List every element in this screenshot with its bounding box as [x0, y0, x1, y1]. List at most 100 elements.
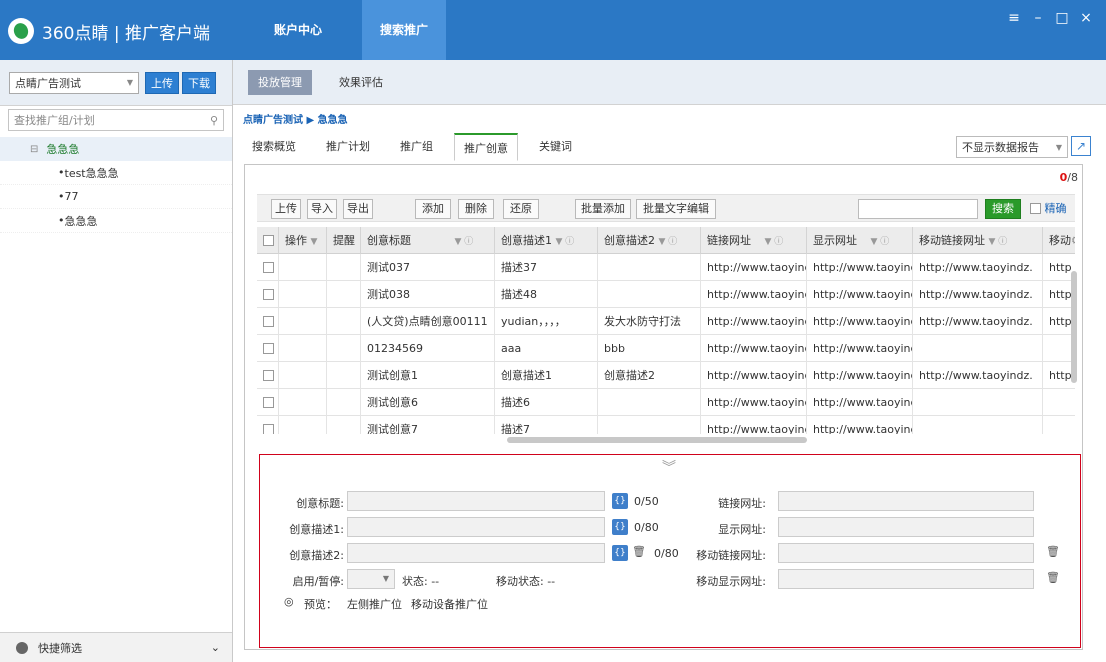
export-icon[interactable]: ↗	[1071, 136, 1091, 156]
download-button[interactable]: 下载	[182, 71, 216, 94]
row-select-cell[interactable]	[257, 335, 279, 362]
variable-icon[interactable]: {}	[612, 519, 628, 535]
delete-button[interactable]: 删除	[458, 199, 494, 219]
tab-delivery-management[interactable]: 投放管理	[248, 70, 312, 95]
breadcrumb[interactable]: 点睛广告测试 ▶ 急急急	[243, 111, 348, 126]
tab-keywords[interactable]: 关键词	[530, 133, 581, 161]
variable-icon[interactable]: {}	[612, 493, 628, 509]
select-all-cell[interactable]	[257, 227, 279, 254]
collapse-chevron-icon[interactable]: ︾	[662, 457, 676, 477]
preview-left-link[interactable]: 左侧推广位	[347, 596, 402, 612]
tab-search-overview[interactable]: 搜索概览	[243, 133, 305, 161]
filter-icon[interactable]: ▼ ⓘ	[556, 237, 575, 247]
upload-button[interactable]: 上传	[145, 71, 179, 94]
col-title[interactable]: 创意标题 ▼ ⓘ	[361, 227, 495, 254]
group-search-input[interactable]: 查找推广组/计划 ⚲	[8, 109, 224, 131]
tree-item[interactable]: • test急急急	[0, 161, 232, 185]
table-row[interactable]: 01234569 aaa bbb http://www.taoyinc http…	[257, 335, 1075, 362]
checkbox[interactable]	[263, 289, 274, 300]
gear-icon[interactable]: ⚙	[1071, 234, 1075, 247]
tab-account-center[interactable]: 账户中心	[266, 0, 330, 60]
trash-icon[interactable]: 🗑	[1046, 571, 1060, 584]
filter-icon[interactable]: ▼ ⓘ	[659, 237, 678, 247]
desc1-input[interactable]	[347, 517, 605, 537]
row-select-cell[interactable]	[257, 389, 279, 416]
minimize-icon[interactable]: –	[1026, 10, 1050, 26]
collapse-icon[interactable]: ⊟	[30, 144, 38, 155]
col-mobile-display[interactable]: 移动⚙	[1043, 227, 1075, 254]
tree-root-item[interactable]: ⊟ 急急急	[0, 137, 232, 161]
variable-icon[interactable]: {}	[612, 545, 628, 561]
checkbox[interactable]	[263, 370, 274, 381]
vertical-scrollbar[interactable]	[1071, 271, 1077, 383]
table-search-input[interactable]	[858, 199, 978, 219]
upload-button[interactable]: 上传	[271, 199, 301, 219]
table-row[interactable]: 测试创意1 创意描述1 创意描述2 http://www.taoyinc htt…	[257, 362, 1075, 389]
tree-item[interactable]: • 77	[0, 185, 232, 209]
tree-item[interactable]: • 急急急	[0, 209, 232, 233]
filter-icon[interactable]: ▼ ⓘ	[989, 237, 1008, 247]
col-reminder[interactable]: 提醒	[327, 227, 361, 254]
tab-effect-evaluation[interactable]: 效果评估	[329, 70, 393, 95]
checkbox[interactable]	[263, 316, 274, 327]
col-mobile-link-url[interactable]: 移动链接网址 ▼ ⓘ	[913, 227, 1043, 254]
table-row[interactable]: 测试037 描述37 http://www.taoyinc http://www…	[257, 254, 1075, 281]
mobile-link-url-input[interactable]	[778, 543, 1034, 563]
checkbox[interactable]	[263, 262, 274, 273]
display-url-input[interactable]	[778, 517, 1034, 537]
quick-filter-bar[interactable]: 快捷筛选 ⌄	[0, 632, 232, 662]
report-select[interactable]: 不显示数据报告 ▼	[956, 136, 1068, 158]
desc1-cell: 描述6	[495, 389, 598, 416]
chevron-down-icon[interactable]: ⌄	[211, 641, 220, 654]
close-icon[interactable]: ×	[1074, 10, 1098, 26]
trash-icon[interactable]: 🗑	[632, 545, 646, 558]
trash-icon[interactable]: 🗑	[1046, 545, 1060, 558]
col-display-url[interactable]: 显示网址 ▼ ⓘ	[807, 227, 913, 254]
export-button[interactable]: 导出	[343, 199, 373, 219]
title-input[interactable]	[347, 491, 605, 511]
batch-text-edit-button[interactable]: 批量文字编辑	[636, 199, 716, 219]
mobile-display-url-input[interactable]	[778, 569, 1034, 589]
table-row[interactable]: 测试创意6 描述6 http://www.taoyinc http://www.…	[257, 389, 1075, 416]
account-select[interactable]: 点睛广告测试 ▼	[9, 71, 139, 94]
col-desc2[interactable]: 创意描述2 ▼ ⓘ	[598, 227, 701, 254]
row-select-cell[interactable]	[257, 308, 279, 335]
col-desc1[interactable]: 创意描述1 ▼ ⓘ	[495, 227, 598, 254]
row-select-cell[interactable]	[257, 416, 279, 434]
preview-mobile-link[interactable]: 移动设备推广位	[411, 596, 488, 612]
menu-icon[interactable]: ≡	[1002, 10, 1026, 26]
col-link-url[interactable]: 链接网址 ▼ ⓘ	[701, 227, 807, 254]
add-button[interactable]: 添加	[415, 199, 451, 219]
row-select-cell[interactable]	[257, 281, 279, 308]
table-row[interactable]: 测试038 描述48 http://www.taoyinc http://www…	[257, 281, 1075, 308]
tab-search-promotion[interactable]: 搜索推广	[362, 0, 446, 60]
horizontal-scrollbar[interactable]	[507, 437, 807, 443]
table-row[interactable]: (人文贷)点睛创意00111 yudian，，，， 发大水防守打法 http:/…	[257, 308, 1075, 335]
col-action[interactable]: 操作 ▼	[279, 227, 327, 254]
restore-button[interactable]: 还原	[503, 199, 539, 219]
checkbox[interactable]	[263, 424, 274, 434]
precise-checkbox[interactable]: 精确	[1030, 200, 1067, 216]
desc2-input[interactable]	[347, 543, 605, 563]
row-select-cell[interactable]	[257, 254, 279, 281]
search-button[interactable]: 搜索	[985, 199, 1021, 219]
filter-icon[interactable]: ▼ ⓘ	[455, 237, 474, 247]
filter-icon[interactable]: ▼ ⓘ	[871, 237, 890, 247]
search-icon[interactable]: ⚲	[210, 114, 218, 127]
enable-select[interactable]: ▼	[347, 569, 395, 589]
checkbox[interactable]	[263, 235, 274, 246]
tab-ad-groups[interactable]: 推广组	[391, 133, 442, 161]
tab-campaigns[interactable]: 推广计划	[317, 133, 379, 161]
maximize-icon[interactable]: □	[1050, 10, 1074, 26]
batch-add-button[interactable]: 批量添加	[575, 199, 631, 219]
checkbox[interactable]	[263, 343, 274, 354]
tab-creatives[interactable]: 推广创意	[454, 133, 518, 161]
link-url-input[interactable]	[778, 491, 1034, 511]
checkbox[interactable]	[1030, 202, 1041, 214]
filter-icon[interactable]: ▼ ⓘ	[765, 237, 784, 247]
table-row[interactable]: 测试创意7 描述7 http://www.taoyinc http://www.…	[257, 416, 1075, 434]
row-select-cell[interactable]	[257, 362, 279, 389]
import-button[interactable]: 导入	[307, 199, 337, 219]
filter-icon[interactable]: ▼	[311, 237, 318, 247]
checkbox[interactable]	[263, 397, 274, 408]
